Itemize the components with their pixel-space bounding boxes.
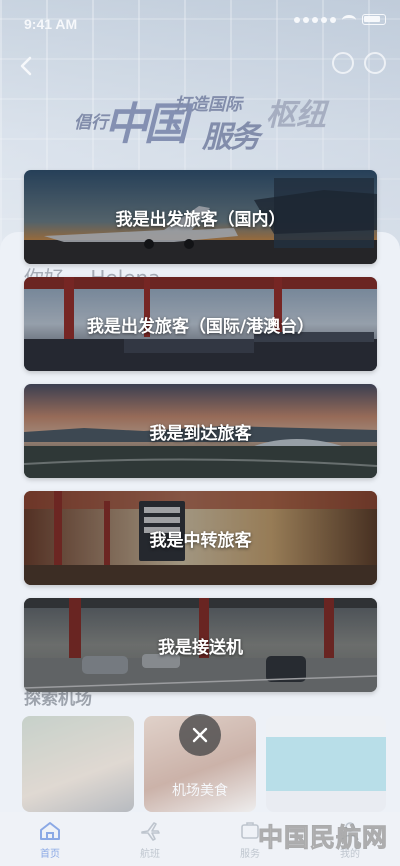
option-label: 我是接送机 <box>158 637 243 658</box>
option-pickup-dropoff[interactable]: 我是接送机 <box>24 598 377 692</box>
close-button[interactable] <box>179 714 221 756</box>
option-arrival[interactable]: 我是到达旅客 <box>24 384 377 478</box>
option-transfer[interactable]: 我是中转旅客 <box>24 491 377 585</box>
watermark: 中国民航网 <box>257 823 388 853</box>
option-domestic-departure[interactable]: 我是出发旅客（国内） <box>24 170 377 264</box>
option-label: 我是出发旅客（国内） <box>115 209 286 230</box>
option-label: 我是出发旅客（国际/港澳台） <box>86 316 315 337</box>
option-label: 我是到达旅客 <box>149 423 252 444</box>
option-international-departure[interactable]: 我是出发旅客（国际/港澳台） <box>24 277 377 371</box>
close-icon <box>192 727 208 743</box>
option-label: 我是中转旅客 <box>149 530 252 551</box>
passenger-options: 我是出发旅客（国内） 我是出发旅客（国际/港澳台） 我是到达旅客 我是中转旅客 … <box>24 170 377 705</box>
